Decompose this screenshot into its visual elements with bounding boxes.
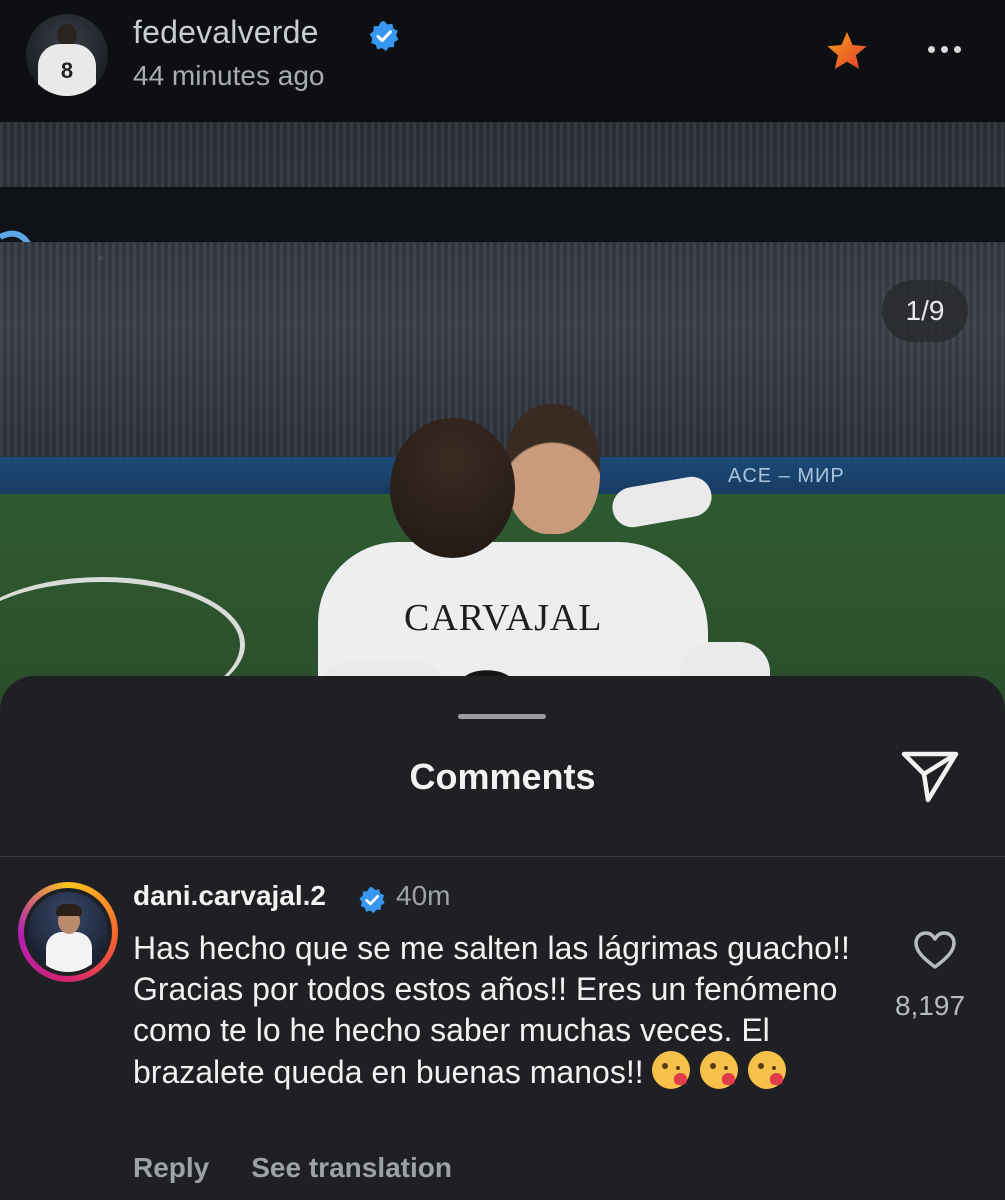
comment-text: Has hecho que se me salten las lágrimas … [133,930,850,1090]
comment-actions: Reply See translation [133,1152,494,1184]
post-username[interactable]: fedevalverde [133,14,319,51]
commenter-username[interactable]: dani.carvajal.2 [133,880,326,912]
jersey-name: CARVAJAL [404,597,603,639]
share-icon[interactable] [900,746,960,806]
post-image[interactable]: ACE – МИР CARVAJAL 2 1/9 [0,122,1005,722]
avatar-head [57,24,77,46]
verified-badge-icon [369,21,399,51]
image-counter: 1/9 [882,280,968,342]
player-valverde [505,404,600,534]
post-time: 44 minutes ago [133,60,325,91]
commenter-avatar[interactable] [24,888,112,976]
see-translation-button[interactable]: See translation [251,1152,452,1183]
commenter-shirt [46,932,92,972]
commenter-hair [56,904,82,916]
sheet-title: Comments [409,756,596,797]
heart-icon[interactable] [913,930,957,970]
verified-badge-icon [359,886,385,914]
kiss-emoji-icon [748,1051,787,1089]
player-carvajal [390,418,515,558]
stadium-banner [0,187,1005,282]
comment-text-block: Has hecho que se me salten las lágrimas … [133,928,863,1093]
ad-board-text: ACE – МИР [728,465,845,487]
avatar-number: 8 [60,58,74,83]
comment-time: 40m [396,880,451,911]
user-avatar[interactable]: 8 [26,14,108,96]
star-icon[interactable] [825,30,869,72]
sheet-grabber[interactable] [458,714,546,719]
like-count: 8,197 [894,990,966,1021]
stadium-crowd [0,122,1005,462]
champions-league-logos [0,230,892,282]
more-options-icon[interactable] [928,40,972,60]
comments-sheet: Comments dani.carvajal.2 40m Has hecho q… [0,676,1005,1200]
commenter-photo [28,892,108,972]
kiss-emoji-icon [700,1051,739,1089]
sheet-divider [0,856,1005,857]
post-header: 8 fedevalverde 44 minutes ago [0,0,1005,122]
kiss-emoji-icon [652,1051,691,1089]
reply-button[interactable]: Reply [133,1152,209,1183]
